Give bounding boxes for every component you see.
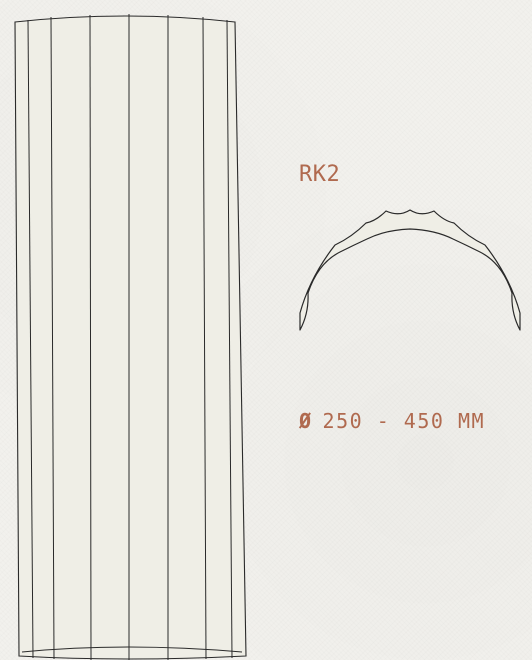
profile-outline xyxy=(299,209,521,331)
diameter-range: 250 - 450 MM xyxy=(322,409,486,433)
diameter-label: Ø 250 - 450 MM xyxy=(299,409,485,433)
column-elevation-drawing xyxy=(14,14,247,660)
profile-cross-section xyxy=(299,209,521,331)
model-label: RK2 xyxy=(299,162,341,187)
diameter-symbol: Ø xyxy=(299,409,313,433)
column-outline xyxy=(14,15,247,660)
